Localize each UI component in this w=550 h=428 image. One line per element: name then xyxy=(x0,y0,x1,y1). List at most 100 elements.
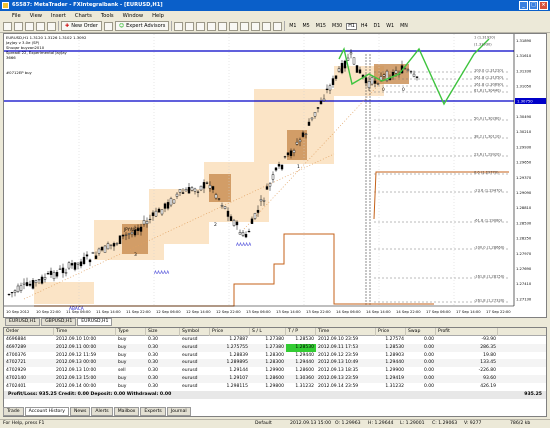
tf-d1[interactable]: D1 xyxy=(372,23,383,30)
tab-account-history[interactable]: Account History xyxy=(24,407,69,416)
tf-m15[interactable]: M15 xyxy=(314,23,328,30)
navigator-icon[interactable] xyxy=(36,21,45,31)
close-button[interactable]: × xyxy=(539,1,548,10)
candle-body xyxy=(334,75,338,79)
new-chart-icon[interactable] xyxy=(3,21,12,31)
price-tick-label: 1.31050 xyxy=(516,85,532,89)
trend-line xyxy=(23,153,335,300)
tf-m1[interactable]: M1 xyxy=(287,23,298,30)
candle-chart-icon[interactable] xyxy=(185,21,195,31)
history-cell: 1.29800 xyxy=(265,383,284,389)
market-watch-icon[interactable] xyxy=(25,21,34,31)
menu-view[interactable]: View xyxy=(30,13,42,19)
menu-file[interactable]: File xyxy=(12,13,21,19)
candle-body xyxy=(154,210,158,217)
chart-canvas[interactable]: JPY/USD xyxy=(4,34,547,318)
col-size[interactable]: Size xyxy=(146,328,180,336)
tab-experts[interactable]: Experts xyxy=(140,407,166,416)
candle-body xyxy=(238,232,242,235)
history-row[interactable]: 4696884 2012.09.10 10:00 buy 0.30 eurusd 1.27… xyxy=(4,336,546,344)
history-cell: 1.28300 xyxy=(265,360,284,366)
line-chart-icon[interactable] xyxy=(196,21,206,31)
price-tick-label: 1.31330 xyxy=(516,69,532,73)
chart-tab[interactable]: GBPUSD,H1 xyxy=(41,318,77,326)
zoom-in-icon[interactable] xyxy=(207,21,217,31)
candle-body xyxy=(331,78,335,85)
col-swap[interactable]: Swap xyxy=(406,328,436,336)
tab-alerts[interactable]: Alerts xyxy=(91,407,113,416)
terminal-tabs: Trade Account History News Alerts Mailbo… xyxy=(3,407,191,416)
tf-h4[interactable]: H4 xyxy=(359,23,370,30)
price-chart[interactable]: JPY/USD xyxy=(3,33,547,318)
history-row[interactable]: 4702140 2012.09.13 15:00 buy 0.30 eurusd 1.29… xyxy=(4,374,546,383)
col-stop-loss[interactable]: S / L xyxy=(250,328,286,336)
history-cell: 2012.09.13 15:00 xyxy=(56,375,97,381)
candle-body xyxy=(181,192,185,194)
candle-body xyxy=(76,262,80,265)
meta-editor-icon[interactable] xyxy=(103,21,113,31)
tile-windows-icon[interactable] xyxy=(229,21,239,31)
candle-body xyxy=(115,243,119,245)
profiles-icon[interactable] xyxy=(14,21,23,31)
candle-body xyxy=(58,268,62,270)
menu-insert[interactable]: Insert xyxy=(51,13,66,19)
price-tick-label: 1.29090 xyxy=(516,191,532,195)
expert-advisors-button[interactable]: ☺ Expert Advisors xyxy=(114,21,170,31)
col-order[interactable]: Order xyxy=(4,328,54,336)
chart-tab[interactable]: EURUSD,H1 xyxy=(5,318,41,326)
menu-help[interactable]: Help xyxy=(152,13,164,19)
fib-level-label: 100.0 (1.31220) xyxy=(474,68,504,72)
tf-h1[interactable]: H1 xyxy=(346,22,357,30)
history-cell: 0.30 xyxy=(148,337,159,342)
candle-body xyxy=(13,290,17,293)
minimize-button[interactable]: _ xyxy=(519,1,528,10)
col-take-profit[interactable]: T / P xyxy=(286,328,316,336)
candle-body xyxy=(31,280,35,289)
history-row[interactable]: 4702401 2012.09.14 00:00 buy 0.30 eurusd 1.29… xyxy=(4,383,546,391)
menu-window[interactable]: Window xyxy=(123,13,143,19)
candle-body xyxy=(274,167,278,171)
candle-body xyxy=(202,182,206,189)
time-tick-label: 13 Sep 06:00 xyxy=(246,310,271,314)
col-close-price[interactable]: Price xyxy=(376,328,406,336)
col-close-time[interactable]: Time xyxy=(316,328,376,336)
chart-shift-icon[interactable] xyxy=(251,21,261,31)
tab-trade[interactable]: Trade xyxy=(3,407,24,416)
menu-charts[interactable]: Charts xyxy=(75,13,92,19)
candle-body xyxy=(364,77,368,84)
col-profit[interactable]: Profit xyxy=(436,328,498,336)
tab-mailbox[interactable]: Mailbox xyxy=(113,407,140,416)
history-row[interactable]: 4702929 2012.09.13 10:00 sell 0.30 eurusd 1.2… xyxy=(4,367,546,375)
tf-m30[interactable]: M30 xyxy=(330,23,344,30)
wave-label: 3 xyxy=(134,252,137,258)
bar-chart-icon[interactable] xyxy=(174,21,184,31)
history-cell: 1.27380 xyxy=(265,344,284,350)
indicators-icon[interactable] xyxy=(262,21,272,31)
tab-news[interactable]: News xyxy=(69,407,91,416)
col-symbol[interactable]: Symbol xyxy=(180,328,210,336)
status-bar: For Help, press F1 Default 2012.09.13 15… xyxy=(0,419,550,428)
menu-tools[interactable]: Tools xyxy=(101,13,114,19)
zoom-out-icon[interactable] xyxy=(218,21,228,31)
tf-mn[interactable]: MN xyxy=(398,23,410,30)
terminal-icon[interactable] xyxy=(47,21,56,31)
history-cell: 0.30 xyxy=(148,375,159,381)
candle-body xyxy=(178,189,182,193)
tf-m5[interactable]: M5 xyxy=(301,23,312,30)
candle-body xyxy=(175,193,179,197)
autoscroll-icon[interactable] xyxy=(240,21,250,31)
col-type[interactable]: Type xyxy=(116,328,146,336)
col-open-time[interactable]: Time xyxy=(54,328,116,336)
tab-journal[interactable]: Journal xyxy=(166,407,191,416)
history-row[interactable]: 4697289 2012.09.11 00:00 buy 0.30 eurusd 1.27… xyxy=(4,343,546,352)
col-open-price[interactable]: Price xyxy=(210,328,250,336)
history-row[interactable]: 4702721 2012.09.13 00:00 buy 0.30 eurusd 1.28… xyxy=(4,359,546,368)
tf-w1[interactable]: W1 xyxy=(384,23,396,30)
maximize-button[interactable]: □ xyxy=(529,1,538,10)
chart-header-line: 3666 xyxy=(6,55,16,60)
periods-icon[interactable] xyxy=(273,21,283,31)
chart-tab[interactable]: EURUSD,H1 xyxy=(77,318,113,326)
new-order-button[interactable]: ✚ New Order xyxy=(61,21,102,31)
history-row[interactable]: 4700376 2012.09.12 11:59 buy 0.30 eurusd 1.28… xyxy=(4,352,546,360)
history-cell: 0.00 xyxy=(423,368,434,374)
